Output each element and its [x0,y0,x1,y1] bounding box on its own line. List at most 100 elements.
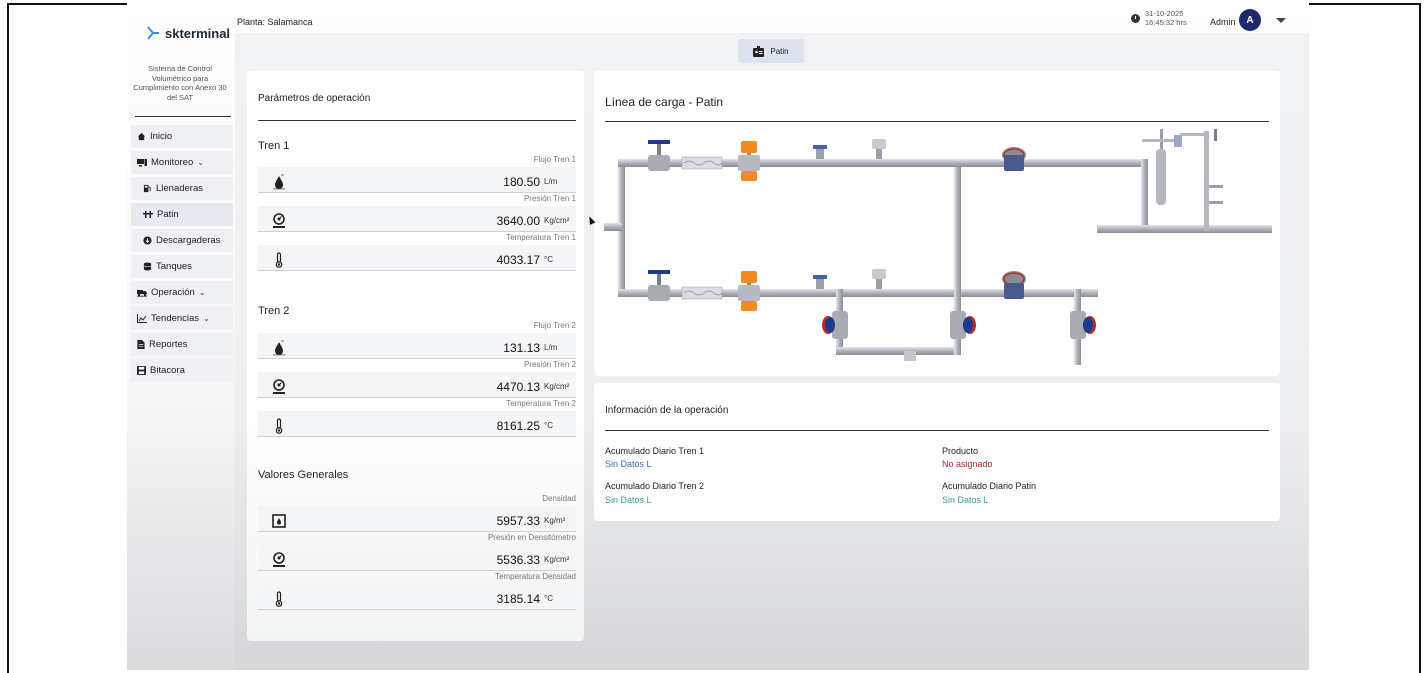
metric-label: Temperatura Tren 1 [506,233,576,242]
avatar[interactable]: A [1239,9,1261,31]
sidebar: skterminal Sistema de Control Volumétric… [127,3,233,670]
chevron-down-icon: ⌄ [197,158,204,167]
thermometer-icon [275,252,283,268]
sidebar-item-monitoreo[interactable]: Monitoreo ⌄ [131,151,233,174]
metric-value: 3185.14 [496,592,540,606]
metric-row: 5536.33 Kg/cm² [258,545,576,571]
sidebar-item-descargaderas[interactable]: Descargaderas [131,229,233,252]
metric-value: 3640.00 [496,214,540,228]
metric-row: 4033.17 °C [258,245,576,271]
sidebar-item-bitacora[interactable]: Bitacora [131,359,233,382]
metric-label: Presión en Densitómetro [487,533,576,542]
main-content: Patin Parámetros de operación Tren 1 Flu… [235,33,1309,670]
sidebar-item-label: Bitacora [150,365,185,376]
gauge-icon [273,552,285,567]
parameters-card: Parámetros de operación Tren 1 Flujo Tre… [247,71,584,641]
metric-label: Densidad [542,494,576,503]
date-text: 31-10-2025 [1145,9,1184,18]
metric-row: 131.13 L/m [258,333,576,359]
logo-icon [147,26,159,40]
producto-value: No asignado [942,459,993,469]
metric-row: 180.50 L/m [258,167,576,193]
sidebar-item-patin[interactable]: Patin [131,203,233,226]
pipe-outlet [1097,225,1272,233]
producto-label: Producto [942,446,979,456]
general-title: Valores Generales [258,469,349,481]
badge-icon [753,45,765,57]
metric-row: 4470.13 Kg/cm² [258,372,576,398]
sidebar-item-label: Descargaderas [156,235,221,246]
sidebar-item-label: Inicio [150,131,173,142]
metric-row: 3640.00 Kg/cm² [258,206,576,232]
metric-value: 4470.13 [496,380,540,394]
sidebar-item-label: Llenaderas [156,183,204,194]
pipe-segment [904,351,916,361]
metric-unit: L/m [544,343,558,352]
database-icon [143,262,152,271]
check-valve-icon [950,311,976,339]
tab-patin[interactable]: Patin [738,39,804,63]
sidebar-item-llenaderas[interactable]: Llenaderas [131,177,233,200]
monitor-icon [137,159,147,167]
skid-icon [143,211,153,218]
diagram-title: Línea de carga - Patin [605,95,724,109]
file-icon [137,340,145,349]
gate-valve-icon [648,270,670,301]
transmitter-icon [872,269,886,289]
acum-tren2-value: Sin Datos L [605,495,652,505]
metric-temperatura-densidad: Temperatura Densidad 3185.14 °C [258,572,576,625]
operation-info-card: Información de la operación Acumulado Di… [594,383,1280,521]
metric-unit: °C [544,594,553,603]
sidebar-item-inicio[interactable]: Inicio [131,125,233,148]
sidebar-item-operacion[interactable]: Operación ⌄ [131,281,233,304]
thermometer-icon [275,418,283,434]
truck-icon [137,290,147,297]
densitometer-icon [1142,129,1223,231]
system-description: Sistema de Control Volumétrico para Cump… [133,64,227,102]
sidebar-item-tanques[interactable]: Tanques [131,255,233,278]
metric-label: Presión Tren 1 [523,194,576,203]
metric-value: 5536.33 [496,553,540,567]
home-icon [137,132,146,141]
parameters-divider [258,120,576,121]
tren2-title: Tren 2 [258,305,290,317]
acum-tren1-value: Sin Datos L [605,459,652,469]
pipe-inlet [604,223,622,231]
metric-value: 5957.33 [496,514,540,528]
metric-unit: °C [544,255,553,264]
metric-value: 4033.17 [496,253,540,267]
acum-patin-label: Acumulado Diario Patin [942,481,1037,491]
datetime: 31-10-2025 16:45:32 hrs [1131,9,1187,27]
plant-label: Planta: Salamanca [237,17,313,27]
sidebar-item-tendencias[interactable]: Tendencias ⌄ [131,307,233,330]
datetime-text: 31-10-2025 16:45:32 hrs [1145,9,1187,27]
sidebar-item-label: Monitoreo [151,157,194,168]
time-text: 16:45:32 hrs [1145,18,1187,27]
pipe-segment [954,159,961,297]
sidebar-item-label: Patin [157,209,179,220]
chevron-down-icon: ⌄ [198,288,206,297]
tab-label: Patin [770,46,789,56]
metric-value: 180.50 [503,175,540,189]
diagram-card: Línea de carga - Patin [594,71,1280,376]
download-circle-icon [143,236,152,245]
metric-unit: Kg/cm² [544,216,570,225]
thermometer-icon [275,591,283,607]
chart-icon [137,314,147,323]
control-valve-icon [738,141,760,181]
user-name[interactable]: Admin [1210,17,1236,27]
metric-label: Temperatura Tren 2 [506,399,576,408]
metric-unit: L/m [544,177,558,186]
sidebar-item-label: Operación [151,287,195,298]
acum-tren2-label: Acumulado Diario Tren 2 [605,481,705,491]
sidebar-item-reportes[interactable]: Reportes [131,333,233,356]
sidebar-item-label: Reportes [149,339,188,350]
user-menu-dropdown-icon[interactable] [1276,18,1286,23]
fuel-pump-icon [143,184,151,193]
info-divider [605,430,1269,431]
check-valve-icon [1002,147,1026,171]
metric-value: 8161.25 [496,419,540,433]
sidebar-nav: Inicio Monitoreo ⌄ Llenaderas Patin Desc… [131,125,233,385]
logo[interactable]: skterminal [145,25,230,41]
diagram-divider [605,121,1269,122]
